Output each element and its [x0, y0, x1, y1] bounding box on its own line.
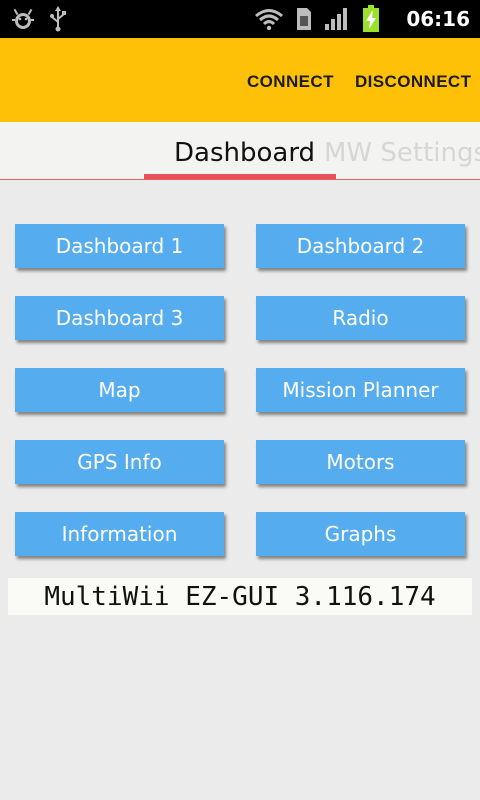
- tab-dashboard[interactable]: Dashboard: [174, 138, 315, 168]
- mission-planner-button[interactable]: Mission Planner: [256, 368, 465, 412]
- sim-icon: [296, 7, 312, 31]
- tab-mw-settings[interactable]: MW Settings: [324, 138, 480, 168]
- dashboard-1-button[interactable]: Dashboard 1: [15, 224, 224, 268]
- tab-strip: Dashboard MW Settings: [0, 122, 480, 180]
- tab-indicator: [144, 174, 336, 179]
- action-bar: CONNECT DISCONNECT: [0, 38, 480, 122]
- radio-button[interactable]: Radio: [256, 296, 465, 340]
- clock: 06:16: [406, 7, 470, 31]
- information-button[interactable]: Information: [15, 512, 224, 556]
- android-debug-icon: [12, 7, 34, 31]
- version-label: MultiWii EZ-GUI 3.116.174: [8, 578, 472, 615]
- usb-icon: [50, 6, 66, 32]
- motors-button[interactable]: Motors: [256, 440, 465, 484]
- gps-info-button[interactable]: GPS Info: [15, 440, 224, 484]
- status-bar-right: 06:16: [254, 0, 470, 38]
- status-bar-left: [12, 0, 66, 38]
- graphs-button[interactable]: Graphs: [256, 512, 465, 556]
- wifi-icon: [254, 8, 284, 30]
- dashboard-2-button[interactable]: Dashboard 2: [256, 224, 465, 268]
- map-button[interactable]: Map: [15, 368, 224, 412]
- battery-charging-icon: [362, 5, 380, 33]
- disconnect-button[interactable]: DISCONNECT: [355, 72, 471, 92]
- status-bar: 06:16: [0, 0, 480, 38]
- signal-icon: [324, 7, 350, 31]
- dashboard-3-button[interactable]: Dashboard 3: [15, 296, 224, 340]
- connect-button[interactable]: CONNECT: [247, 72, 334, 92]
